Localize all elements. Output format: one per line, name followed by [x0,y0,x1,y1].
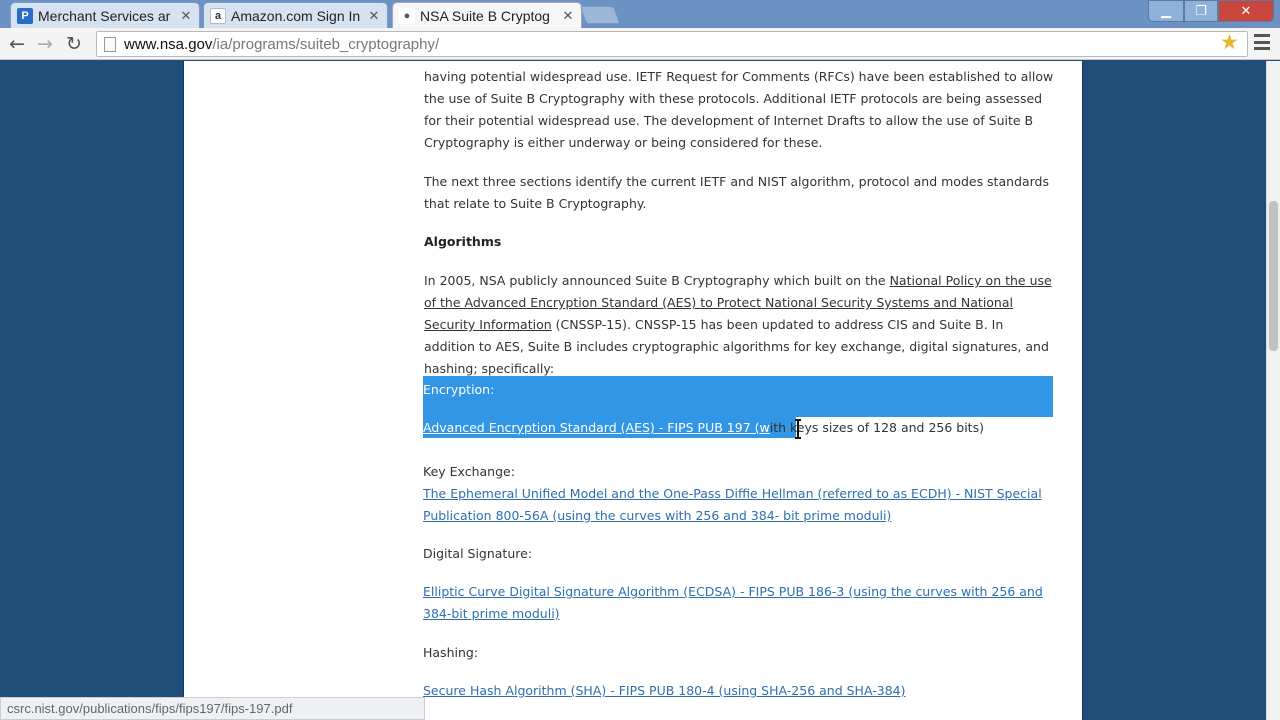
new-tab-button[interactable] [579,6,621,24]
key-exchange-label: Key Exchange: [423,464,515,479]
close-icon: ✕ [1240,3,1252,19]
tab-merchant-services[interactable]: P Merchant Services ar ✕ [10,2,200,29]
tab-strip: P Merchant Services ar ✕ a Amazon.com Si… [0,0,1280,29]
text-cursor-icon [795,419,801,439]
amazon-favicon-icon: a [210,8,226,24]
heading-algorithms: Algorithms [424,234,502,249]
page-icon [104,36,116,52]
scrollbar-thumb[interactable] [1269,201,1278,351]
paypal-favicon-icon: P [17,8,33,24]
tab-label: NSA Suite B Cryptog [420,8,550,24]
hashing-section: Hashing: Secure Hash Algorithm (SHA) - F… [423,642,1055,702]
digital-signature-label: Digital Signature: [423,546,533,561]
page-viewport: having potential widespread use. IETF Re… [0,61,1266,720]
paragraph-rfcs: having potential widespread use. IETF Re… [424,69,1054,150]
text-selection-highlight [423,376,1053,417]
paragraph-next-sections: The next three sections identify the cur… [424,174,1050,211]
aes-fips-197-link[interactable]: Advanced Encryption Standard (AES) - FIP… [423,420,770,435]
hashing-label: Hashing: [423,645,479,660]
paragraph-suite-b-intro: In 2005, NSA publicly announced Suite B … [424,270,1056,380]
intro-text: In 2005, NSA publicly announced Suite B … [424,273,890,288]
close-icon[interactable]: ✕ [367,8,381,24]
forward-button[interactable]: → [33,32,57,56]
ecdsa-fips-186-3-link[interactable]: Elliptic Curve Digital Signature Algorit… [423,584,1043,621]
maximize-button[interactable]: ❐ [1184,0,1218,22]
nsa-favicon-icon: ● [399,8,415,24]
minimize-button[interactable]: ▁ [1148,0,1184,22]
arrow-left-icon: ← [9,33,25,55]
bookmark-star-icon[interactable]: ★ [1220,30,1239,54]
tab-nsa-suite-b[interactable]: ● NSA Suite B Cryptog ✕ [392,2,582,29]
menu-icon[interactable] [1254,34,1270,50]
url-path: /ia/programs/suiteb_cryptography/ [212,35,440,53]
url-host: www.nsa.gov [124,35,213,53]
tab-label: Amazon.com Sign In [231,8,361,24]
minimize-icon: ▁ [1161,3,1171,19]
status-bar-link-preview: csrc.nist.gov/publications/fips/fips197/… [0,697,425,720]
tab-amazon-sign-in[interactable]: a Amazon.com Sign In ✕ [203,2,388,29]
arrow-right-icon: → [37,33,53,55]
address-bar[interactable]: www.nsa.gov/ia/programs/suiteb_cryptogra… [96,31,1248,57]
reload-button[interactable]: ↻ [62,32,86,56]
close-window-button[interactable]: ✕ [1218,0,1274,22]
vertical-scrollbar[interactable] [1266,61,1280,720]
sha-fips-180-4-link[interactable]: Secure Hash Algorithm (SHA) - FIPS PUB 1… [423,683,905,698]
close-icon[interactable]: ✕ [179,8,193,24]
back-button[interactable]: ← [5,32,29,56]
key-exchange-section: Key Exchange: The Ephemeral Unified Mode… [423,461,1055,527]
digital-signature-section: Digital Signature: Elliptic Curve Digita… [423,543,1055,625]
browser-toolbar: ← → ↻ www.nsa.gov/ia/programs/suiteb_cry… [0,28,1280,60]
reload-icon: ↻ [66,33,82,55]
close-icon[interactable]: ✕ [561,8,575,24]
tab-label: Merchant Services ar [38,8,171,24]
encryption-item: Advanced Encryption Standard (AES) - FIP… [423,417,984,439]
ecdh-sp-800-56a-link[interactable]: The Ephemeral Unified Model and the One-… [423,486,1042,523]
encryption-label: Encryption: [423,382,495,397]
restore-icon: ❐ [1195,3,1207,19]
